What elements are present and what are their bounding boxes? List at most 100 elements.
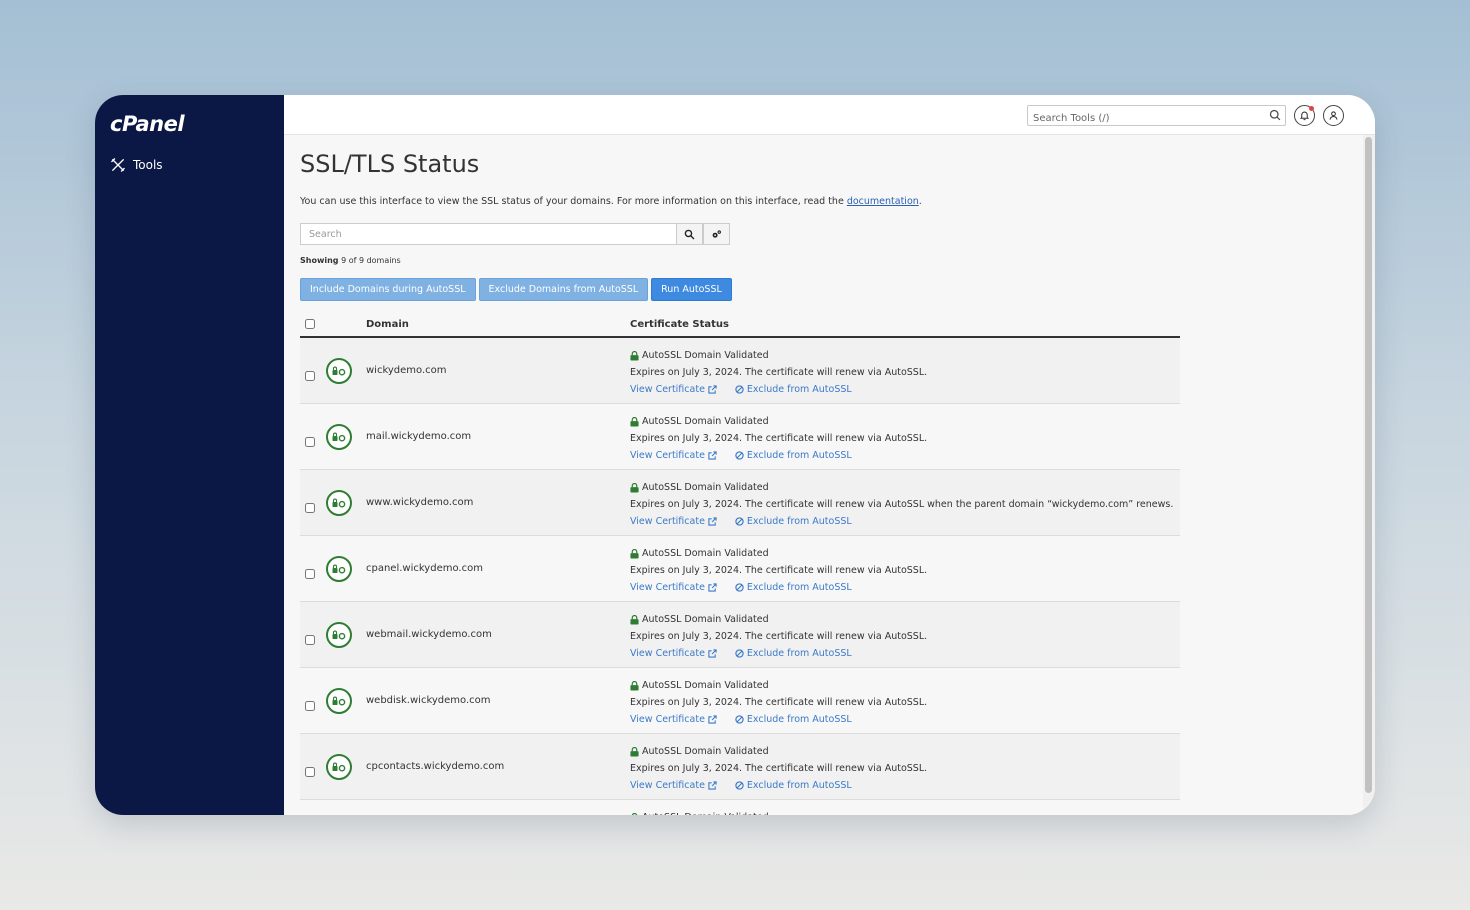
- exclude-domains-button[interactable]: Exclude Domains from AutoSSL: [478, 278, 649, 301]
- exclude-label: Exclude from AutoSSL: [746, 714, 852, 725]
- status-line: AutoSSL Domain Validated: [630, 809, 769, 815]
- select-all-checkbox[interactable]: [305, 319, 315, 329]
- domains-table: Domain Certificate Status wickydemo.com …: [300, 314, 1180, 815]
- include-domains-button[interactable]: Include Domains during AutoSSL: [300, 278, 476, 301]
- certificate-status: AutoSSL Domain Validated Expires on July…: [630, 545, 927, 596]
- external-link-icon: [708, 583, 717, 592]
- expiry-text: Expires on July 3, 2024. The certificate…: [630, 367, 928, 378]
- header-domain[interactable]: Domain: [366, 319, 409, 330]
- row-checkbox[interactable]: [305, 371, 315, 381]
- domain-name: cpcontacts.wickydemo.com: [366, 761, 505, 772]
- ssl-status-badge: [326, 556, 352, 582]
- ban-icon: [735, 649, 744, 658]
- top-bar: [284, 95, 1375, 135]
- exclude-from-autossl-link[interactable]: Exclude from AutoSSL: [735, 711, 852, 728]
- certificate-status: AutoSSL Domain Validated: [630, 809, 769, 815]
- row-actions: View Certificate Exclude from AutoSSL: [630, 711, 927, 728]
- padlock-icon: [630, 482, 639, 492]
- view-certificate-link[interactable]: View Certificate: [630, 777, 717, 794]
- table-row: cpcontacts.wickydemo.com AutoSSL Domain …: [300, 734, 1180, 800]
- tool-search-input[interactable]: [1028, 109, 1258, 128]
- row-checkbox[interactable]: [305, 635, 315, 645]
- ssl-status-badge: [326, 754, 352, 780]
- documentation-link[interactable]: documentation: [847, 196, 919, 207]
- padlock-icon: [630, 746, 639, 756]
- view-certificate-link[interactable]: View Certificate: [630, 447, 717, 464]
- row-actions: View Certificate Exclude from AutoSSL: [630, 645, 927, 662]
- domain-search-bar: [300, 223, 730, 245]
- user-icon: [1329, 111, 1338, 120]
- search-icon[interactable]: [1269, 109, 1281, 121]
- table-row: webdisk.wickydemo.com AutoSSL Domain Val…: [300, 668, 1180, 734]
- exclude-from-autossl-link[interactable]: Exclude from AutoSSL: [735, 513, 852, 530]
- settings-button[interactable]: [703, 223, 730, 245]
- ban-icon: [735, 583, 744, 592]
- exclude-from-autossl-link[interactable]: Exclude from AutoSSL: [735, 777, 852, 794]
- row-checkbox[interactable]: [305, 767, 315, 777]
- exclude-from-autossl-link[interactable]: Exclude from AutoSSL: [735, 447, 852, 464]
- bell-icon: [1299, 111, 1310, 121]
- action-buttons: Include Domains during AutoSSL Exclude D…: [300, 278, 732, 301]
- ban-icon: [735, 715, 744, 724]
- view-certificate-link[interactable]: View Certificate: [630, 711, 717, 728]
- domain-name: cpanel.wickydemo.com: [366, 563, 483, 574]
- exclude-from-autossl-link[interactable]: Exclude from AutoSSL: [735, 381, 852, 398]
- padlock-icon: [631, 812, 638, 815]
- header-certificate-status[interactable]: Certificate Status: [630, 319, 729, 330]
- status-line: AutoSSL Domain Validated: [630, 743, 927, 760]
- external-link-icon: [708, 385, 717, 394]
- view-certificate-link[interactable]: View Certificate: [630, 513, 717, 530]
- scrollbar-thumb[interactable]: [1365, 137, 1372, 793]
- cpanel-logo[interactable]: cPanel: [110, 112, 185, 136]
- external-link-icon: [708, 715, 717, 724]
- search-button[interactable]: [676, 223, 703, 245]
- row-actions: View Certificate Exclude from AutoSSL: [630, 513, 1173, 530]
- ban-icon: [735, 451, 744, 460]
- status-text: AutoSSL Domain Validated: [642, 680, 769, 691]
- row-actions: View Certificate Exclude from AutoSSL: [630, 777, 927, 794]
- run-autossl-button[interactable]: Run AutoSSL: [651, 278, 732, 301]
- status-text: AutoSSL Domain Validated: [642, 416, 769, 427]
- expiry-text: Expires on July 3, 2024. The certificate…: [630, 433, 928, 444]
- table-row: wickydemo.com AutoSSL Domain Validated E…: [300, 338, 1180, 404]
- status-line: AutoSSL Domain Validated: [630, 611, 927, 628]
- table-header: Domain Certificate Status: [300, 314, 1180, 338]
- padlock-icon: [630, 350, 639, 360]
- sidebar: cPanel Tools: [95, 95, 284, 815]
- row-checkbox[interactable]: [305, 701, 315, 711]
- exclude-label: Exclude from AutoSSL: [746, 516, 852, 527]
- row-checkbox[interactable]: [305, 503, 315, 513]
- certificate-status: AutoSSL Domain Validated Expires on July…: [630, 743, 927, 794]
- notifications-button[interactable]: [1294, 105, 1315, 126]
- view-certificate-label: View Certificate: [630, 648, 705, 659]
- certificate-status: AutoSSL Domain Validated Expires on July…: [630, 347, 927, 398]
- status-line: AutoSSL Domain Validated: [630, 413, 927, 430]
- user-menu-button[interactable]: [1323, 105, 1344, 126]
- sidebar-item-tools[interactable]: Tools: [111, 158, 163, 172]
- row-checkbox[interactable]: [305, 437, 315, 447]
- exclude-from-autossl-link[interactable]: Exclude from AutoSSL: [735, 645, 852, 662]
- main-content: SSL/TLS Status You can use this interfac…: [284, 95, 1375, 815]
- view-certificate-label: View Certificate: [630, 582, 705, 593]
- exclude-label: Exclude from AutoSSL: [746, 384, 852, 395]
- view-certificate-link[interactable]: View Certificate: [630, 579, 717, 596]
- status-text: AutoSSL Domain Validated: [642, 350, 769, 361]
- scrollbar[interactable]: [1363, 135, 1375, 815]
- padlock-icon: [630, 416, 639, 426]
- external-link-icon: [708, 649, 717, 658]
- padlock-icon: [630, 614, 639, 624]
- view-certificate-link[interactable]: View Certificate: [630, 645, 717, 662]
- domain-search-input[interactable]: [300, 223, 676, 245]
- intro-text: You can use this interface to view the S…: [300, 196, 922, 207]
- certificate-status: AutoSSL Domain Validated Expires on July…: [630, 479, 1173, 530]
- domain-name: webmail.wickydemo.com: [366, 629, 492, 640]
- row-checkbox[interactable]: [305, 569, 315, 579]
- external-link-icon: [708, 451, 717, 460]
- ssl-status-badge: [326, 424, 352, 450]
- exclude-from-autossl-link[interactable]: Exclude from AutoSSL: [735, 579, 852, 596]
- showing-value: 9 of 9 domains: [341, 256, 401, 265]
- domain-name: mail.wickydemo.com: [366, 431, 472, 442]
- view-certificate-link[interactable]: View Certificate: [630, 381, 717, 398]
- notification-dot: [1309, 106, 1314, 111]
- exclude-label: Exclude from AutoSSL: [746, 780, 852, 791]
